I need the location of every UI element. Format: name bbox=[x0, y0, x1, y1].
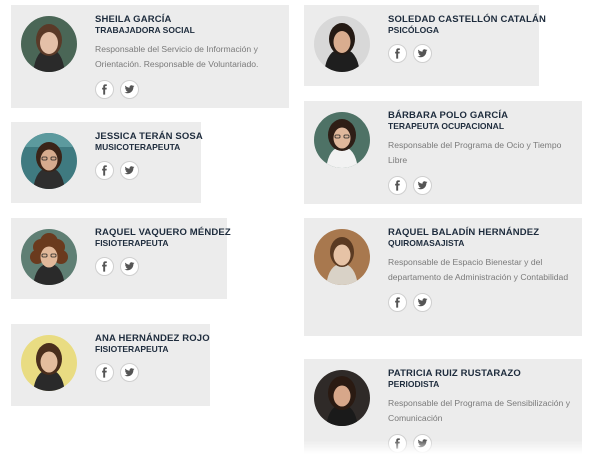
member-name: RAQUEL BALADÍN HERNÁNDEZ bbox=[388, 227, 540, 238]
avatar bbox=[21, 133, 77, 189]
team-card-raquel-vaquero-mendez: RAQUEL VAQUERO MÉNDEZ FISIOTERAPEUTA bbox=[11, 218, 231, 299]
avatar bbox=[314, 112, 370, 168]
twitter-icon[interactable] bbox=[413, 44, 432, 63]
facebook-icon[interactable] bbox=[388, 293, 407, 312]
member-role: PERIODISTA bbox=[388, 379, 440, 389]
social-links bbox=[388, 44, 533, 63]
team-card-raquel-baladin-hernandez: RAQUEL BALADÍN HERNÁNDEZ QUIROMASAJISTA … bbox=[304, 218, 582, 336]
social-links bbox=[388, 434, 575, 453]
team-card-soledad-castellon-catalan: SOLEDAD CASTELLÓN CATALÁN PSICÓLOGA bbox=[304, 5, 547, 86]
member-name: BÁRBARA POLO GARCÍA bbox=[388, 110, 509, 121]
facebook-icon[interactable] bbox=[95, 363, 114, 382]
avatar bbox=[21, 16, 77, 72]
twitter-icon[interactable] bbox=[413, 293, 432, 312]
member-role: QUIROMASAJISTA bbox=[388, 238, 465, 248]
member-role: MUSICOTERAPEUTA bbox=[95, 142, 181, 152]
twitter-icon[interactable] bbox=[120, 257, 139, 276]
avatar bbox=[21, 335, 77, 391]
member-name: SOLEDAD CASTELLÓN CATALÁN bbox=[388, 14, 547, 25]
team-card-barbara-polo-garcia: BÁRBARA POLO GARCÍA TERAPEUTA OCUPACIONA… bbox=[304, 101, 582, 204]
avatar bbox=[314, 16, 370, 72]
member-name: JESSICA TERÁN SOSA bbox=[95, 131, 203, 142]
avatar bbox=[314, 370, 370, 426]
social-links bbox=[388, 293, 575, 312]
twitter-icon[interactable] bbox=[120, 161, 139, 180]
member-name: ANA HERNÁNDEZ ROJO bbox=[95, 333, 210, 344]
member-description: Responsable del Servicio de Información … bbox=[95, 44, 259, 69]
social-links bbox=[388, 176, 575, 195]
member-role: TRABAJADORA SOCIAL bbox=[95, 25, 195, 35]
team-card-sheila-garcia: SHEILA GARCÍA TRABAJADORA SOCIAL Respons… bbox=[11, 5, 289, 108]
twitter-icon[interactable] bbox=[413, 434, 432, 453]
social-links bbox=[95, 257, 221, 276]
member-role: TERAPEUTA OCUPACIONAL bbox=[388, 121, 505, 131]
social-links bbox=[95, 363, 205, 382]
facebook-icon[interactable] bbox=[388, 44, 407, 63]
social-links bbox=[95, 80, 280, 99]
member-role: PSICÓLOGA bbox=[388, 25, 440, 35]
twitter-icon[interactable] bbox=[413, 176, 432, 195]
twitter-icon[interactable] bbox=[120, 363, 139, 382]
facebook-icon[interactable] bbox=[388, 176, 407, 195]
member-name: RAQUEL VAQUERO MÉNDEZ bbox=[95, 227, 231, 238]
team-card-patricia-ruiz-rustarazo: PATRICIA RUIZ RUSTARAZO PERIODISTA Respo… bbox=[304, 359, 582, 454]
member-name: PATRICIA RUIZ RUSTARAZO bbox=[388, 368, 521, 379]
member-description: Responsable del Programa de Sensibilizac… bbox=[388, 398, 571, 423]
member-role: FISIOTERAPEUTA bbox=[95, 344, 169, 354]
facebook-icon[interactable] bbox=[388, 434, 407, 453]
twitter-icon[interactable] bbox=[120, 80, 139, 99]
member-description: Responsable del Programa de Ocio y Tiemp… bbox=[388, 140, 562, 165]
member-description: Responsable de Espacio Bienestar y del d… bbox=[388, 257, 569, 282]
social-links bbox=[95, 161, 197, 180]
team-card-ana-hernandez-rojo: ANA HERNÁNDEZ ROJO FISIOTERAPEUTA bbox=[11, 324, 210, 406]
facebook-icon[interactable] bbox=[95, 161, 114, 180]
avatar bbox=[314, 229, 370, 285]
facebook-icon[interactable] bbox=[95, 80, 114, 99]
team-card-jessica-teran-sosa: JESSICA TERÁN SOSA MUSICOTERAPEUTA bbox=[11, 122, 203, 203]
avatar bbox=[21, 229, 77, 285]
facebook-icon[interactable] bbox=[95, 257, 114, 276]
member-name: SHEILA GARCÍA bbox=[95, 14, 172, 25]
member-role: FISIOTERAPEUTA bbox=[95, 238, 169, 248]
